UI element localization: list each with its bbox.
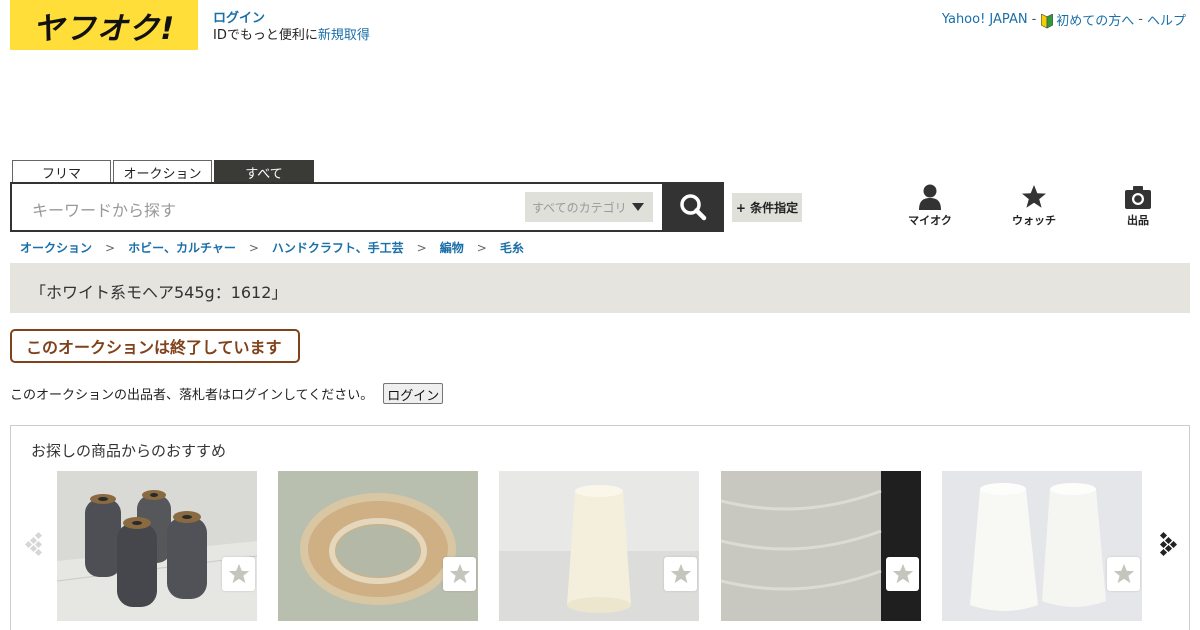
login-button[interactable]: ログイン — [383, 383, 444, 404]
recommend-item[interactable] — [942, 471, 1142, 621]
star-icon — [1113, 563, 1134, 584]
watch-button[interactable] — [443, 557, 476, 591]
star-icon — [670, 563, 691, 584]
search-placeholder: キーワードから探す — [32, 201, 177, 220]
nav-watch-label: ウォッチ — [1012, 214, 1056, 227]
nav-sell-label: 出品 — [1127, 214, 1149, 227]
login-link[interactable]: ログイン — [213, 11, 265, 26]
star-icon — [892, 563, 913, 584]
yahuoku-logo[interactable]: ヤフオク! — [10, 0, 198, 50]
tab-all[interactable]: すべて — [214, 160, 314, 183]
breadcrumb-separator: > — [416, 240, 427, 255]
recommend-item[interactable] — [57, 471, 257, 621]
category-select[interactable]: すべてのカテゴリ — [525, 192, 653, 222]
item-photo-scrunchie — [278, 471, 478, 621]
conditions-button[interactable]: + 条件指定 — [732, 193, 802, 222]
beginner-link-label[interactable]: 初めての方へ — [1056, 14, 1134, 29]
recommendation-panel: お探しの商品からのおすすめ — [10, 425, 1190, 630]
breadcrumb-separator: > — [105, 240, 116, 255]
breadcrumb-item[interactable]: ハンドクラフト、手工芸 — [272, 239, 404, 256]
watch-button[interactable] — [1107, 557, 1140, 591]
camera-icon — [1125, 186, 1151, 209]
recommendation-title: お探しの商品からのおすすめ — [31, 442, 227, 460]
nav-watch[interactable]: ウォッチ — [1004, 184, 1064, 228]
search-icon — [680, 194, 707, 221]
nav-sell[interactable]: 出品 — [1108, 184, 1168, 228]
yahoo-japan-link[interactable]: Yahoo! JAPAN — [942, 12, 1028, 27]
search-tabs: フリマ オークション すべて — [12, 160, 314, 183]
search-input[interactable]: キーワードから探す すべてのカテゴリ — [10, 182, 664, 232]
item-photo-gray-yarn — [57, 471, 257, 621]
breadcrumb-item[interactable]: 編物 — [440, 239, 464, 256]
logo-text: ヤフオク! — [32, 10, 176, 47]
item-title-bar: 「ホワイト系モヘア545g：1612」 — [10, 263, 1190, 313]
top-links: Yahoo! JAPAN - 初めての方へ - ヘルプ — [942, 10, 1186, 29]
user-icon — [919, 184, 941, 210]
item-photo-mohair-closeup — [721, 471, 921, 621]
signup-link[interactable]: 新規取得 — [318, 28, 370, 43]
breadcrumb-item[interactable]: ホビー、カルチャー — [128, 239, 236, 256]
link-separator: - — [1138, 12, 1143, 27]
watch-button[interactable] — [886, 557, 919, 591]
carousel-prev-icon[interactable] — [25, 530, 45, 558]
login-message-text: このオークションの出品者、落札者はログインしてください。 — [10, 388, 374, 403]
recommend-item[interactable] — [499, 471, 699, 621]
star-icon — [449, 563, 470, 584]
help-link[interactable]: ヘルプ — [1147, 10, 1186, 29]
breadcrumb-separator: > — [248, 240, 259, 255]
breadcrumb: オークション > ホビー、カルチャー > ハンドクラフト、手工芸 > 編物 > … — [20, 239, 524, 256]
category-select-label: すべてのカテゴリ — [532, 200, 627, 215]
login-area: ログイン IDでもっと便利に新規取得 — [213, 10, 370, 44]
recommend-item[interactable] — [278, 471, 478, 621]
beginner-mark-icon — [1041, 14, 1054, 29]
star-icon — [1022, 185, 1046, 208]
login-message: このオークションの出品者、落札者はログインしてください。 ログイン — [10, 383, 444, 404]
tab-flea-market[interactable]: フリマ — [12, 160, 111, 183]
breadcrumb-item[interactable]: オークション — [20, 239, 92, 256]
nav-myauc-label: マイオク — [908, 214, 952, 227]
caret-down-icon — [632, 203, 644, 211]
item-photo-two-cones — [942, 471, 1142, 621]
id-prompt: IDでもっと便利に — [213, 28, 318, 43]
watch-button[interactable] — [222, 557, 255, 591]
carousel-next-icon[interactable] — [1157, 530, 1177, 558]
tab-auction[interactable]: オークション — [113, 160, 212, 183]
breadcrumb-separator: > — [476, 240, 487, 255]
star-icon — [228, 563, 249, 584]
auction-ended-badge: このオークションは終了しています — [10, 329, 300, 363]
beginner-link[interactable]: 初めての方へ — [1040, 10, 1134, 29]
watch-button[interactable] — [664, 557, 697, 591]
item-photo-white-cone — [499, 471, 699, 621]
recommend-item[interactable] — [721, 471, 921, 621]
link-separator: - — [1031, 12, 1037, 27]
breadcrumb-item[interactable]: 毛糸 — [500, 239, 524, 256]
auction-ended-label: このオークションは終了しています — [26, 338, 282, 357]
nav-myauc[interactable]: マイオク — [900, 184, 960, 228]
search-button[interactable] — [662, 182, 724, 232]
item-title: 「ホワイト系モヘア545g：1612」 — [30, 283, 288, 302]
